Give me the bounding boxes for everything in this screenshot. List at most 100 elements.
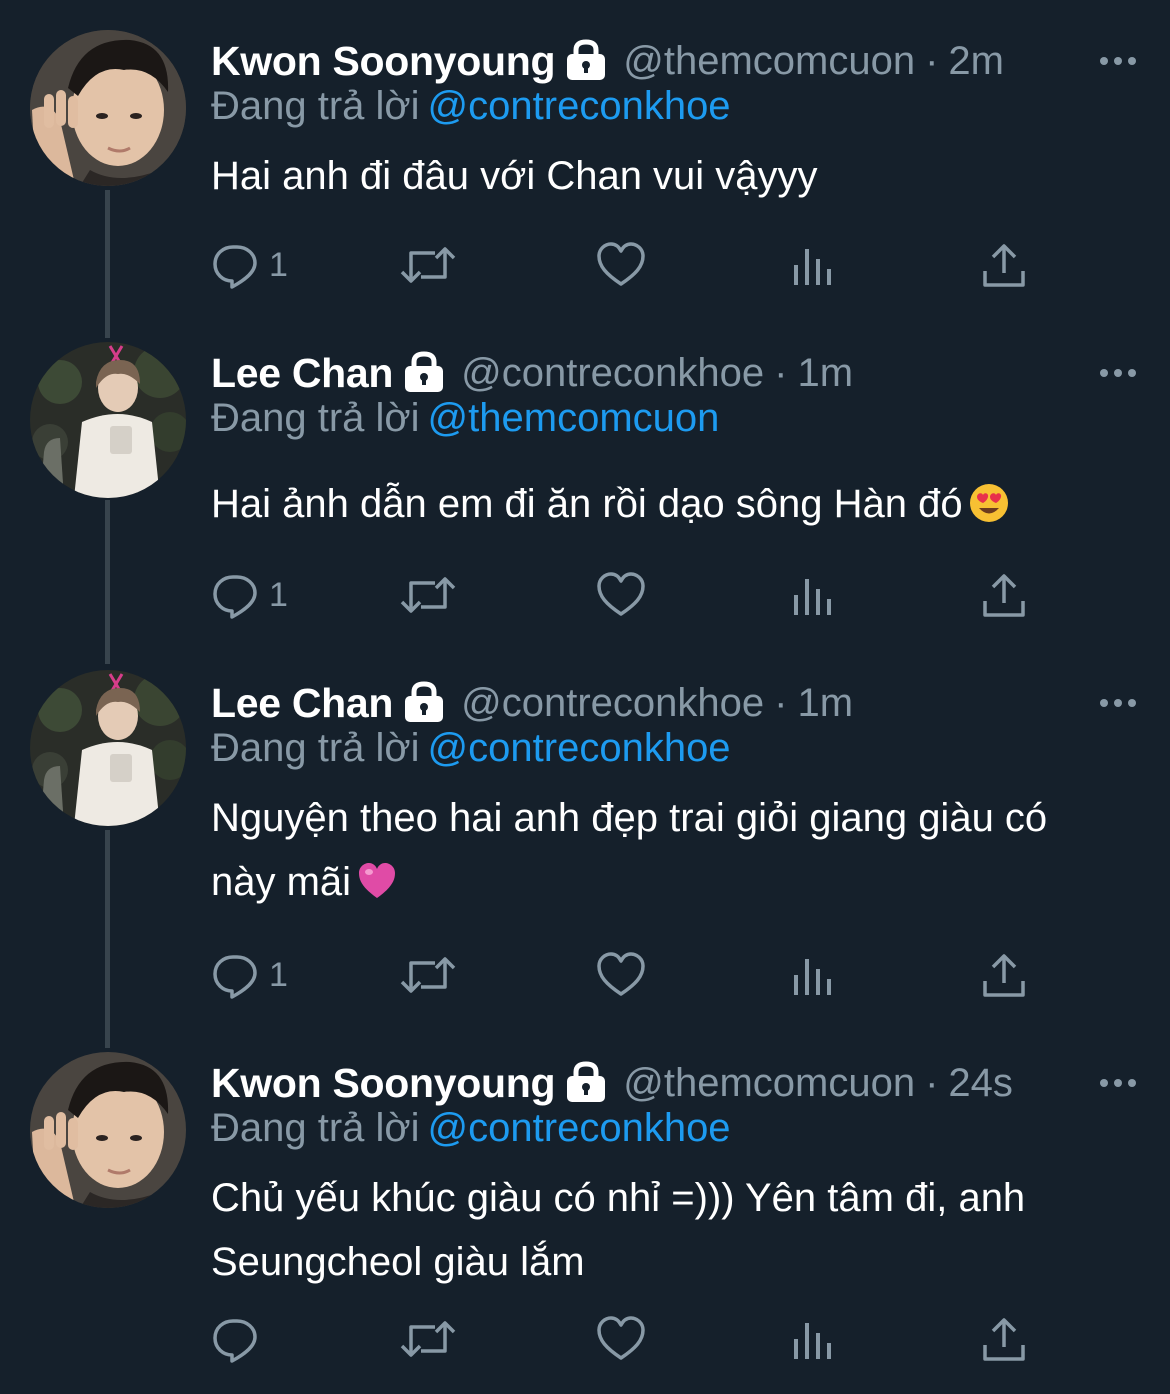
reply-icon: [211, 571, 259, 619]
more-options-icon[interactable]: [1098, 36, 1138, 86]
share-icon: [981, 241, 1027, 289]
tweet[interactable]: Kwon Soonyoung @themcomcuon · 2m Đang tr…: [0, 0, 1170, 320]
reply-icon: [211, 241, 259, 289]
reply-button[interactable]: [211, 1314, 269, 1364]
like-icon: [596, 571, 646, 619]
reply-button[interactable]: 1: [211, 240, 288, 290]
retweet-button[interactable]: [399, 240, 457, 290]
retweet-icon: [399, 571, 457, 619]
tweet-text: Chủ yếu khúc giàu có nhỉ =))) Yên tâm đi…: [211, 1166, 1121, 1294]
like-button[interactable]: [596, 950, 646, 1000]
handle[interactable]: @contreconkhoe: [461, 681, 764, 726]
replying-to-label: Đang trả lời: [211, 396, 420, 440]
share-icon: [981, 1315, 1027, 1363]
reply-count: 1: [269, 955, 288, 994]
display-name[interactable]: Kwon Soonyoung: [211, 38, 556, 85]
tweet-header: Lee Chan @contreconkhoe · 1m: [211, 678, 1140, 728]
tweet[interactable]: Kwon Soonyoung @themcomcuon · 24s Đang t…: [0, 1030, 1170, 1394]
separator: ·: [925, 38, 939, 83]
analytics-icon: [791, 1315, 835, 1363]
replying-to-label: Đang trả lời: [211, 726, 420, 770]
replying-to-label: Đang trả lời: [211, 1106, 420, 1150]
tweet[interactable]: Lee Chan @contreconkhoe · 1m Đang trả lờ…: [0, 320, 1170, 650]
tweet-text-content: Nguyện theo hai anh đẹp trai giỏi giang …: [211, 796, 1048, 904]
analytics-button[interactable]: [791, 1314, 835, 1364]
replying-to-label: Đang trả lời: [211, 84, 420, 128]
display-name[interactable]: Kwon Soonyoung: [211, 1060, 556, 1107]
timestamp[interactable]: 24s: [948, 1061, 1013, 1106]
lock-icon: [563, 1060, 609, 1106]
like-icon: [596, 1315, 646, 1363]
tweet-text-content: Hai ảnh dẫn em đi ăn rồi dạo sông Hàn đó: [211, 482, 963, 526]
tweet-text: Nguyện theo hai anh đẹp trai giỏi giang …: [211, 786, 1101, 920]
share-icon: [981, 951, 1027, 999]
replying-to: Đang trả lời @contreconkhoe: [211, 84, 731, 134]
analytics-button[interactable]: [791, 240, 835, 290]
avatar[interactable]: [30, 342, 186, 498]
timestamp[interactable]: 2m: [948, 39, 1004, 84]
like-icon: [596, 241, 646, 289]
mention-link[interactable]: @contreconkhoe: [428, 726, 731, 770]
retweet-icon: [399, 1315, 457, 1363]
more-options-icon[interactable]: [1098, 348, 1138, 398]
avatar[interactable]: [30, 1052, 186, 1208]
pink-heart-emoji: [357, 856, 397, 920]
tweet-header: Kwon Soonyoung @themcomcuon · 2m: [211, 36, 1140, 86]
mention-link[interactable]: @contreconkhoe: [428, 84, 731, 128]
retweet-button[interactable]: [399, 1314, 457, 1364]
avatar[interactable]: [30, 30, 186, 186]
replying-to: Đang trả lời @contreconkhoe: [211, 1106, 731, 1156]
separator: ·: [774, 680, 788, 725]
like-button[interactable]: [596, 1314, 646, 1364]
handle[interactable]: @themcomcuon: [623, 1061, 915, 1106]
retweet-icon: [399, 951, 457, 999]
more-options-icon[interactable]: [1098, 1058, 1138, 1108]
timestamp[interactable]: 1m: [797, 351, 853, 396]
like-button[interactable]: [596, 570, 646, 620]
like-button[interactable]: [596, 240, 646, 290]
reply-count: 1: [269, 575, 288, 614]
tweet[interactable]: Lee Chan @contreconkhoe · 1m Đang trả lờ…: [0, 650, 1170, 1030]
handle[interactable]: @contreconkhoe: [461, 351, 764, 396]
tweet-text-content: Chủ yếu khúc giàu có nhỉ =))) Yên tâm đi…: [211, 1176, 1026, 1284]
display-name[interactable]: Lee Chan: [211, 680, 393, 727]
avatar[interactable]: [30, 670, 186, 826]
tweet-text-content: Hai anh đi đâu với Chan vui vậyyy: [211, 154, 818, 198]
share-icon: [981, 571, 1027, 619]
tweet-text: Hai ảnh dẫn em đi ăn rồi dạo sông Hàn đó: [211, 472, 1131, 542]
more-options-icon[interactable]: [1098, 678, 1138, 728]
analytics-icon: [791, 571, 835, 619]
retweet-button[interactable]: [399, 570, 457, 620]
lock-icon: [563, 38, 609, 84]
reply-icon: [211, 1315, 259, 1363]
conversation-thread: Kwon Soonyoung @themcomcuon · 2m Đang tr…: [0, 0, 1170, 1394]
display-name[interactable]: Lee Chan: [211, 350, 393, 397]
replying-to: Đang trả lời @themcomcuon: [211, 396, 719, 446]
lock-icon: [401, 350, 447, 396]
timestamp[interactable]: 1m: [797, 681, 853, 726]
tweet-header: Lee Chan @contreconkhoe · 1m: [211, 348, 1140, 398]
reply-count: 1: [269, 245, 288, 284]
analytics-button[interactable]: [791, 570, 835, 620]
heart-eyes-emoji: [969, 478, 1009, 542]
mention-link[interactable]: @themcomcuon: [428, 396, 720, 440]
handle[interactable]: @themcomcuon: [623, 39, 915, 84]
lock-icon: [401, 680, 447, 726]
tweet-text: Hai anh đi đâu với Chan vui vậyyy: [211, 144, 1131, 208]
share-button[interactable]: [981, 950, 1027, 1000]
reply-button[interactable]: 1: [211, 950, 288, 1000]
retweet-icon: [399, 241, 457, 289]
separator: ·: [774, 350, 788, 395]
share-button[interactable]: [981, 570, 1027, 620]
share-button[interactable]: [981, 240, 1027, 290]
reply-button[interactable]: 1: [211, 570, 288, 620]
analytics-button[interactable]: [791, 950, 835, 1000]
retweet-button[interactable]: [399, 950, 457, 1000]
analytics-icon: [791, 951, 835, 999]
replying-to: Đang trả lời @contreconkhoe: [211, 726, 731, 776]
mention-link[interactable]: @contreconkhoe: [428, 1106, 731, 1150]
tweet-header: Kwon Soonyoung @themcomcuon · 24s: [211, 1058, 1140, 1108]
like-icon: [596, 951, 646, 999]
reply-icon: [211, 951, 259, 999]
share-button[interactable]: [981, 1314, 1027, 1364]
